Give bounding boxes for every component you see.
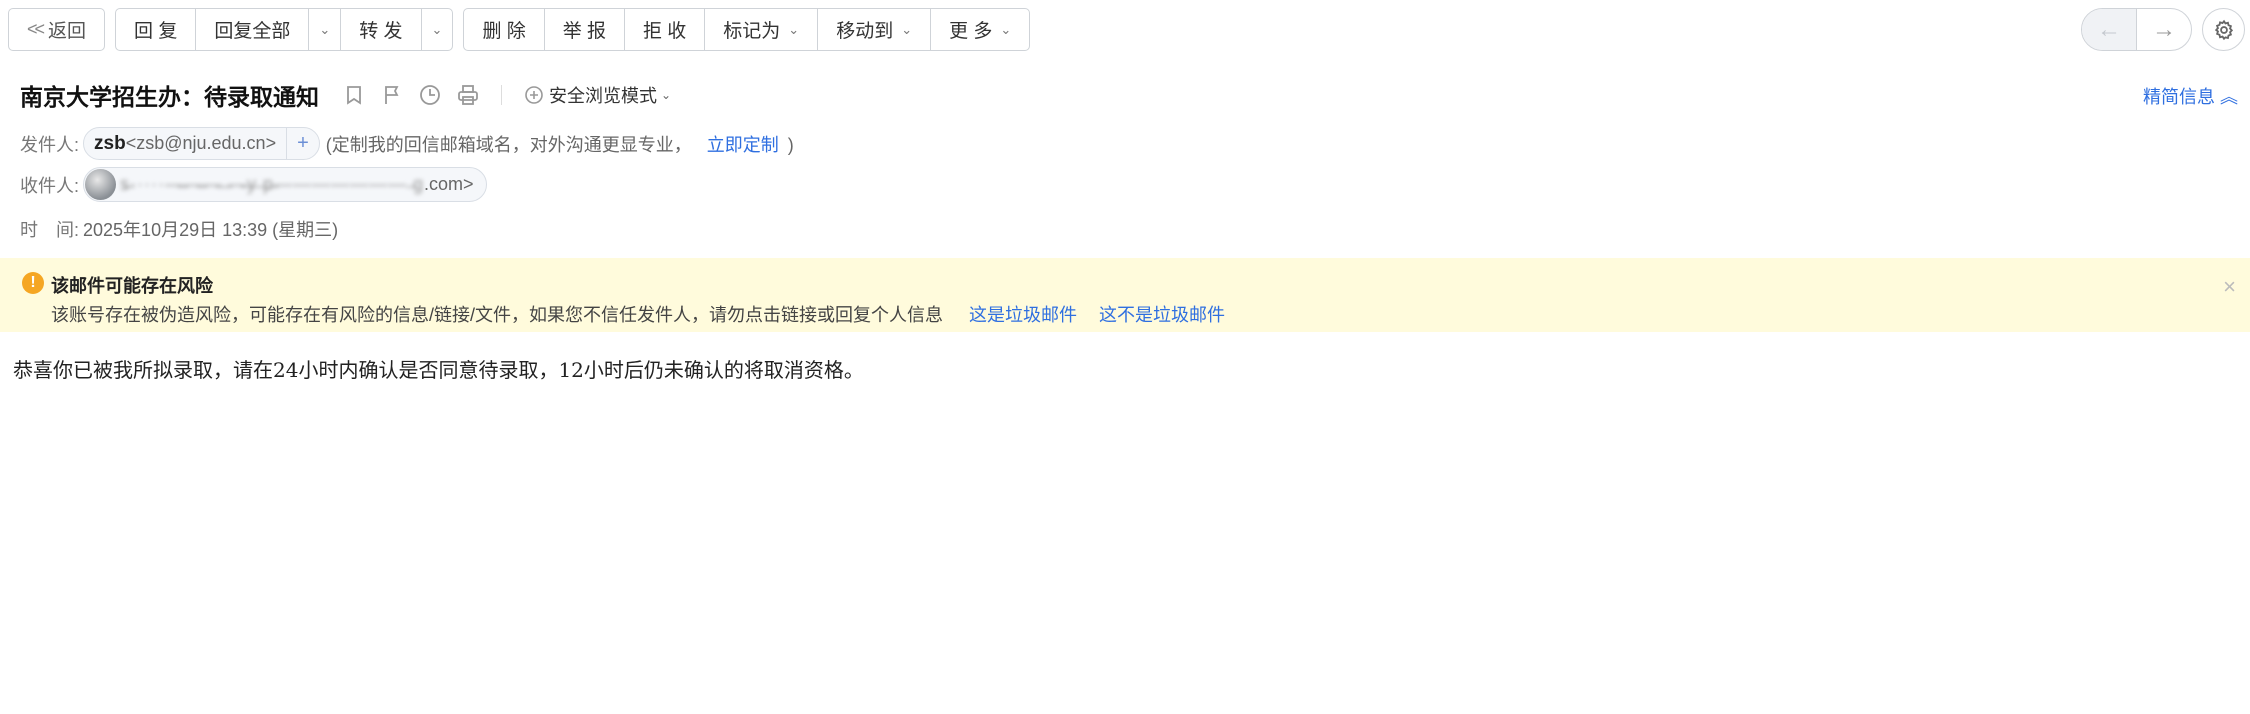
more-label: 更 多 <box>949 21 993 42</box>
forward-label: 转 发 <box>359 21 403 42</box>
chevron-down-icon: ⌄ <box>901 21 913 37</box>
flag-icon <box>385 86 399 104</box>
clock-icon <box>420 85 440 105</box>
move-to-button[interactable]: 移动到 ⌄ <box>818 9 932 50</box>
mark-as-button[interactable]: 标记为 ⌄ <box>705 9 819 50</box>
arrow-left-icon: ← <box>2097 15 2121 43</box>
bookmark-button[interactable] <box>343 84 365 106</box>
bookmark-icon <box>347 86 361 105</box>
to-row: 收件人: s̶·····—̶—̶—̶ ̶—̶y̶ ̶p̶——————— ̶g .… <box>20 167 487 202</box>
print-button[interactable] <box>457 84 479 106</box>
back-label: 返回 <box>48 21 87 42</box>
sent-time: 2025年10月29日 13:39 (星期三) <box>83 220 339 240</box>
brief-info-toggle[interactable]: 精简信息 ︽ <box>2143 83 2238 109</box>
not-spam-link[interactable]: 这不是垃圾邮件 <box>1099 301 1225 327</box>
reply-all-button[interactable]: 回复全部 <box>196 9 310 50</box>
chevron-down-icon: ⌄ <box>661 88 672 102</box>
custom-domain-hint-text: (定制我的回信邮箱域名，对外沟通更显专业， <box>325 134 692 155</box>
chevron-down-icon: ⌄ <box>1000 21 1012 37</box>
forward-button[interactable]: 转 发 <box>341 9 422 50</box>
custom-domain-hint-close-paren: ) <box>787 134 794 155</box>
reply-all-dropdown[interactable]: ⌄ <box>309 9 342 50</box>
warning-description: 该账号存在被伪造风险，可能存在有风险的信息/链接/文件，如果您不信任发件人，请勿… <box>51 305 943 325</box>
recipient-address-masked: s̶·····—̶—̶—̶ ̶—̶y̶ ̶p̶——————— ̶g <box>120 174 425 194</box>
chevron-down-icon: ⌄ <box>319 21 331 37</box>
delete-button[interactable]: 删 除 <box>464 9 545 50</box>
flag-button[interactable] <box>381 84 403 106</box>
recipient-address-suffix: .com> <box>424 174 474 194</box>
mail-navigation: ← → <box>2081 8 2192 51</box>
customize-now-link[interactable]: 立即定制 <box>707 135 779 155</box>
report-spam-link[interactable]: 这是垃圾邮件 <box>969 301 1077 327</box>
sender-name: zsb <box>94 132 126 154</box>
delete-label: 删 除 <box>482 21 526 42</box>
settings-button[interactable] <box>2202 8 2245 51</box>
move-to-label: 移动到 <box>836 21 894 42</box>
to-label: 收件人: <box>20 175 80 196</box>
sender-chip[interactable]: zsb <zsb@nju.edu.cn> + <box>83 127 320 160</box>
chevron-down-icon: ⌄ <box>788 21 800 37</box>
reject-label: 拒 收 <box>643 21 687 42</box>
shield-icon <box>525 86 543 104</box>
forward-dropdown[interactable]: ⌄ <box>422 9 453 50</box>
from-row: 发件人: zsb <zsb@nju.edu.cn> + (定制我的回信邮箱域名，… <box>20 127 794 160</box>
close-icon[interactable]: × <box>2223 274 2236 300</box>
mail-subject: 南京大学招生办：待录取通知 <box>20 84 319 110</box>
chevron-down-icon: ⌄ <box>431 21 443 37</box>
safe-browse-mode-label: 安全浏览模式 <box>549 86 657 106</box>
custom-domain-hint: (定制我的回信邮箱域名，对外沟通更显专业， 立即定制 ) <box>326 131 794 157</box>
safe-browse-mode-dropdown[interactable]: 安全浏览模式 ⌄ <box>524 82 671 108</box>
from-label: 发件人: <box>20 134 80 155</box>
action-group: 删 除 举 报 拒 收 标记为 ⌄ 移动到 ⌄ 更 多 ⌄ <box>463 8 1031 51</box>
add-contact-button[interactable]: + <box>286 128 319 159</box>
back-button[interactable]: << 返回 <box>9 9 104 50</box>
report-button[interactable]: 举 报 <box>545 9 625 50</box>
next-mail-button[interactable]: → <box>2137 9 2191 50</box>
sender-address: <zsb@nju.edu.cn> <box>125 133 277 153</box>
mark-as-label: 标记为 <box>723 21 781 42</box>
warning-description-row: 该账号存在被伪造风险，可能存在有风险的信息/链接/文件，如果您不信任发件人，请勿… <box>51 301 1225 327</box>
gear-icon <box>2214 19 2233 40</box>
back-group: << 返回 <box>8 8 106 51</box>
schedule-button[interactable] <box>419 84 441 106</box>
avatar <box>85 169 117 200</box>
warning-icon: ! <box>22 272 44 294</box>
mail-body: 恭喜你已被我所拟录取，请在24小时内确认是否同意待录取，12小时后仍未确认的将取… <box>13 358 864 382</box>
report-label: 举 报 <box>562 21 606 42</box>
subject-row: 南京大学招生办：待录取通知 安全浏览模式 ⌄ <box>20 78 671 112</box>
arrow-right-icon: → <box>2152 15 2176 43</box>
plus-icon: + <box>297 132 309 154</box>
print-icon <box>458 85 478 105</box>
recipient-chip[interactable]: s̶·····—̶—̶—̶ ̶—̶y̶ ̶p̶——————— ̶g .com> <box>83 167 487 202</box>
reply-group: 回 复 回复全部 ⌄ 转 发 ⌄ <box>115 8 454 51</box>
reply-label: 回 复 <box>134 21 178 42</box>
double-chevron-up-icon: ︽ <box>2220 87 2238 107</box>
brief-info-label: 精简信息 <box>2142 87 2215 107</box>
reject-button[interactable]: 拒 收 <box>625 9 706 50</box>
previous-mail-button[interactable]: ← <box>2082 9 2137 50</box>
time-row: 时 间: 2025年10月29日 13:39 (星期三) <box>20 216 338 242</box>
divider <box>501 85 502 105</box>
header-actions: 安全浏览模式 ⌄ <box>343 82 671 108</box>
mail-toolbar: << 返回 回 复 回复全部 ⌄ 转 发 ⌄ 删 除 举 报 拒 收 标记为 ⌄ … <box>8 8 1031 51</box>
double-chevron-left-icon: << <box>27 19 45 39</box>
warning-title: 该邮件可能存在风险 <box>51 276 213 296</box>
time-label: 时 间: <box>20 220 80 240</box>
reply-button[interactable]: 回 复 <box>116 9 197 50</box>
reply-all-label: 回复全部 <box>214 21 291 42</box>
risk-warning-banner: ! 该邮件可能存在风险 该账号存在被伪造风险，可能存在有风险的信息/链接/文件，… <box>0 258 2250 332</box>
more-button[interactable]: 更 多 ⌄ <box>931 9 1029 50</box>
